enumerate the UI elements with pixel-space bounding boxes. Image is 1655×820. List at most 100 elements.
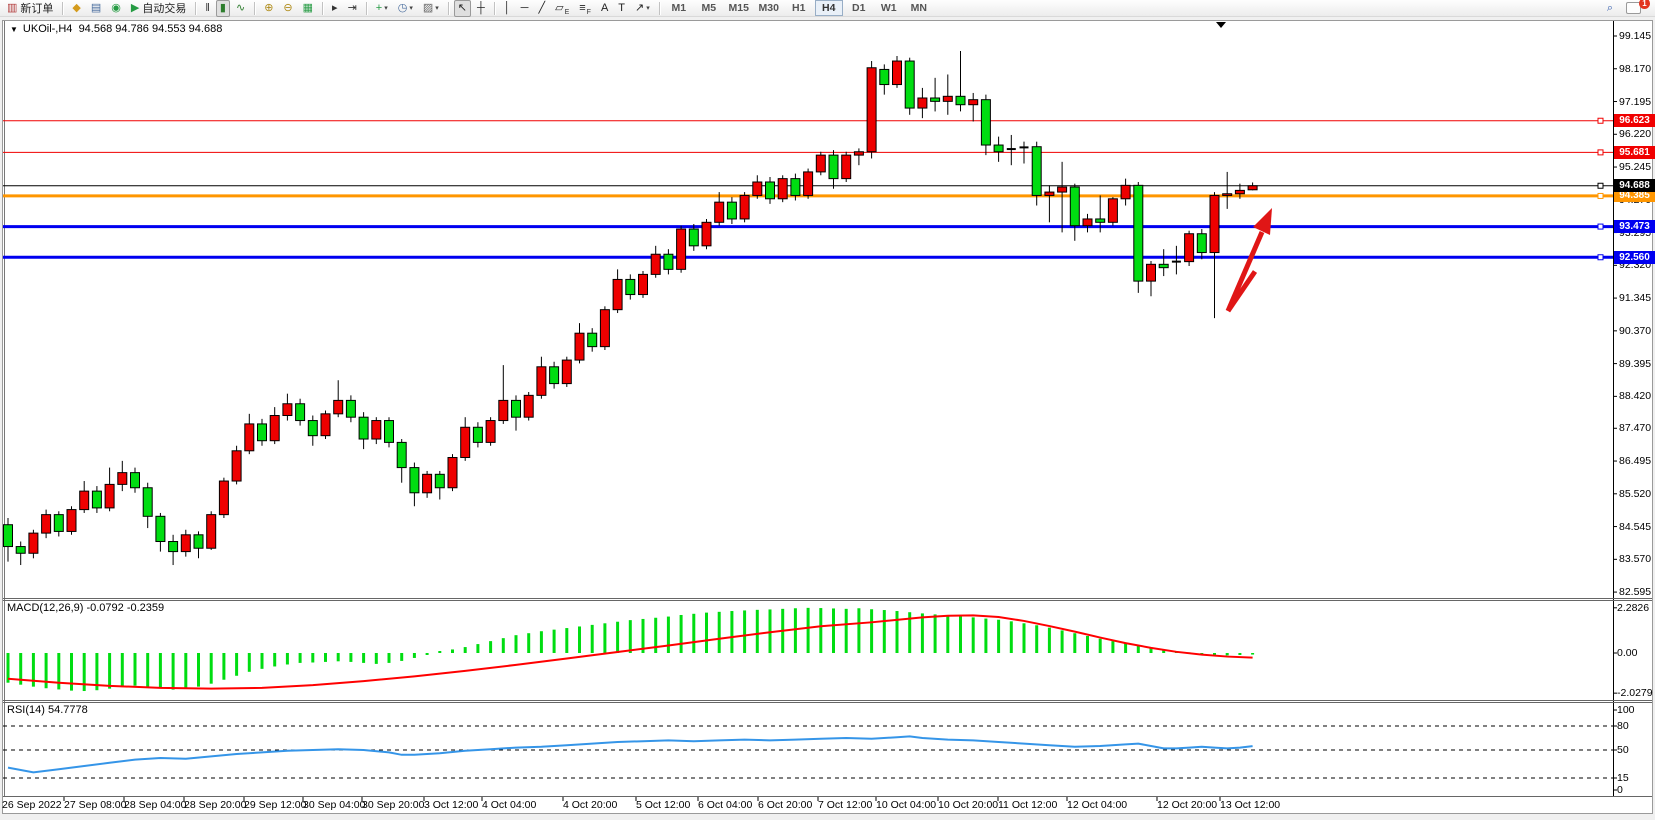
price-axis-tick: 95.245 (1619, 161, 1651, 173)
time-axis-label: 28 Sep 20:00 (184, 799, 246, 811)
tile-windows-icon: ▦ (303, 2, 313, 15)
chart-shift-icon: ⇥ (348, 2, 357, 15)
timeframe-h1-button[interactable]: H1 (785, 0, 813, 16)
new-order-label: 新订单 (20, 0, 53, 16)
horizontal-line-icon[interactable]: ─ (517, 0, 533, 17)
search-button[interactable]: ⌕ (1603, 0, 1617, 17)
time-axis-label: 29 Sep 12:00 (244, 799, 306, 811)
time-axis-label: 3 Oct 12:00 (424, 799, 478, 811)
signals-icon[interactable]: ◉ (107, 0, 125, 17)
line-chart-icon[interactable]: ∿ (232, 0, 249, 17)
equidistant-channel-letter: E (565, 9, 570, 16)
timeframe-w1-button[interactable]: W1 (875, 0, 903, 16)
price-level-badge: 92.560 (1614, 251, 1655, 264)
time-axis-label: 4 Oct 04:00 (482, 799, 536, 811)
toolbar-separator (659, 2, 660, 15)
price-level-badge: 95.681 (1614, 146, 1655, 159)
time-axis-label: 7 Oct 12:00 (818, 799, 872, 811)
time-axis-label: 10 Oct 04:00 (876, 799, 936, 811)
trendline-icon[interactable]: ╱ (534, 0, 549, 17)
toolbar-separator (366, 2, 367, 15)
timeframe-m30-button[interactable]: M30 (755, 0, 783, 16)
vertical-line-icon: │ (504, 2, 511, 15)
fibonacci-icon: ≡ (579, 2, 585, 15)
time-axis-label: 11 Oct 12:00 (998, 799, 1057, 811)
tile-windows-icon[interactable]: ▦ (299, 0, 317, 17)
cursor-icon[interactable]: ↖ (454, 0, 471, 17)
toolbar-separator (448, 2, 449, 15)
auto-scroll-icon[interactable]: ▸ (328, 0, 342, 17)
zoom-out-icon[interactable]: ⊖ (279, 0, 296, 17)
price-axis-tick: 85.520 (1619, 488, 1651, 500)
timeframe-h4-button[interactable]: H4 (815, 0, 843, 16)
arrows-icon[interactable]: ↗▾ (631, 0, 654, 17)
profiles-icon: ◷ (398, 2, 408, 15)
time-axis-label: 30 Sep 04:00 (303, 799, 365, 811)
timeframe-m15-button[interactable]: M15 (725, 0, 753, 16)
fibonacci-letter: F (587, 9, 591, 16)
arrows-dropdown-icon[interactable]: ▾ (646, 4, 650, 12)
autotrading-icon: ▶ (131, 2, 139, 15)
time-axis-label: 12 Oct 20:00 (1157, 799, 1217, 811)
search-icon: ⌕ (1607, 2, 1613, 15)
price-axis-tick: 83.570 (1619, 553, 1651, 565)
chart-window[interactable] (2, 20, 1653, 814)
candlestick-chart-icon[interactable]: ▮ (216, 0, 230, 17)
toolbar-right-group: ⌕1 (1602, 0, 1653, 17)
zoom-in-icon[interactable]: ⊕ (260, 0, 277, 17)
zoom-in-icon: ⊕ (264, 2, 273, 15)
templates-icon[interactable]: ▨▾ (419, 0, 443, 17)
profiles-icon[interactable]: ◷▾ (394, 0, 417, 17)
toolbar-separator (254, 2, 255, 15)
auto-scroll-icon: ▸ (332, 2, 338, 15)
line-chart-icon: ∿ (236, 2, 245, 15)
profiles-dropdown-icon[interactable]: ▾ (409, 4, 413, 12)
new-chart-icon: + (376, 2, 382, 15)
time-axis-label: 26 Sep 2022 (2, 799, 62, 811)
autotrading-label: 自动交易 (142, 0, 186, 16)
macd-axis-tick: 2.2826 (1617, 602, 1649, 614)
bar-chart-icon: ‖ (205, 2, 210, 15)
chat-button[interactable]: 1 (1622, 0, 1645, 17)
arrows-icon: ↗ (635, 2, 644, 15)
market-watch-icon[interactable]: ◆ (68, 0, 84, 17)
price-level-badge: 96.623 (1614, 114, 1655, 127)
text-label-icon[interactable]: T (614, 0, 629, 17)
crosshair-icon: ┼ (477, 2, 485, 15)
chart-shift-icon[interactable]: ⇥ (344, 0, 361, 17)
new-chart-icon[interactable]: +▾ (372, 0, 392, 17)
autotrading-button[interactable]: ▶自动交易 (127, 0, 190, 17)
timeframe-mn-button[interactable]: MN (905, 0, 933, 16)
price-axis-tick: 89.395 (1619, 358, 1651, 370)
time-axis-label: 13 Oct 12:00 (1220, 799, 1280, 811)
equidistant-channel-icon[interactable]: ▱E (551, 0, 573, 17)
rsi-axis-tick: 50 (1617, 744, 1629, 756)
toolbar-separator (322, 2, 323, 15)
price-axis-tick: 96.220 (1619, 128, 1651, 140)
rsi-axis-tick: 100 (1617, 704, 1635, 716)
rsi-axis-tick: 15 (1617, 772, 1629, 784)
fibonacci-icon[interactable]: ≡F (575, 0, 595, 17)
chart-ohlc-values: 94.568 94.786 94.553 94.688 (79, 23, 223, 35)
text-icon[interactable]: A (597, 0, 612, 17)
time-axis-label: 4 Oct 20:00 (563, 799, 617, 811)
new-chart-dropdown-icon[interactable]: ▾ (384, 4, 388, 12)
toolbar-separator (494, 2, 495, 15)
time-axis-label: 6 Oct 20:00 (758, 799, 812, 811)
chart-dropdown-icon[interactable]: ▼ (10, 25, 18, 34)
signals-icon: ◉ (111, 2, 121, 15)
crosshair-icon[interactable]: ┼ (473, 0, 489, 17)
bar-chart-icon[interactable]: ‖ (201, 0, 214, 17)
new-order-button[interactable]: ▥新订单 (3, 0, 57, 17)
price-axis-tick: 87.470 (1619, 422, 1651, 434)
timeframe-d1-button[interactable]: D1 (845, 0, 873, 16)
price-level-badge: 93.473 (1614, 220, 1655, 233)
timeframe-m5-button[interactable]: M5 (695, 0, 723, 16)
vertical-line-icon[interactable]: │ (500, 0, 515, 17)
timeframe-m1-button[interactable]: M1 (665, 0, 693, 16)
templates-dropdown-icon[interactable]: ▾ (435, 4, 439, 12)
macd-indicator-label: MACD(12,26,9) -0.0792 -0.2359 (7, 602, 164, 614)
time-axis-label: 5 Oct 12:00 (636, 799, 690, 811)
data-window-icon: ▤ (91, 2, 101, 15)
data-window-icon[interactable]: ▤ (87, 0, 105, 17)
